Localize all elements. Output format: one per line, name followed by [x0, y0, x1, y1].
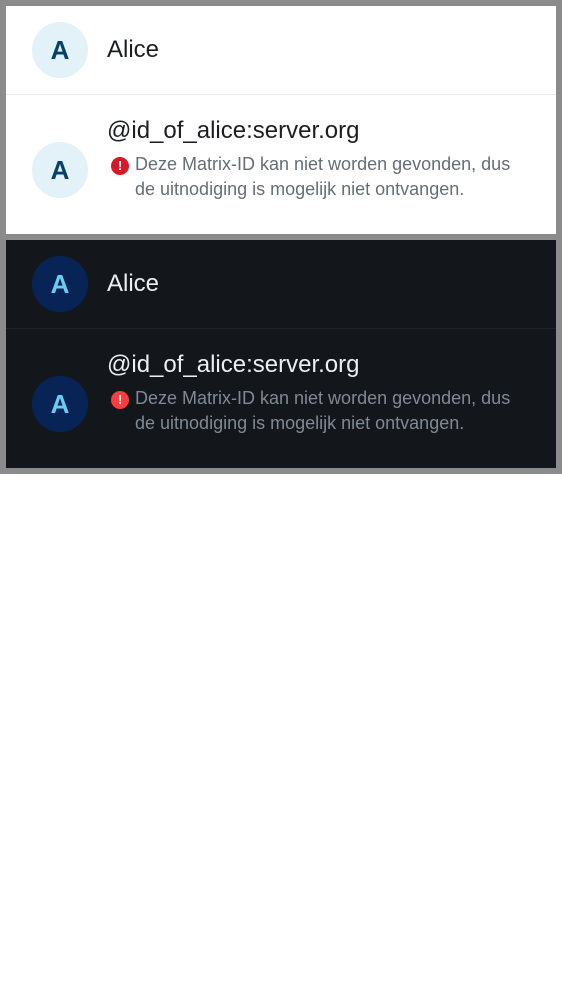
- warning-text: Deze Matrix-ID kan niet worden gevonden,…: [135, 154, 511, 199]
- matrix-id: @id_of_alice:server.org: [107, 117, 360, 144]
- member-row-display-name[interactable]: A Alice: [6, 6, 556, 94]
- member-row-display-name[interactable]: A Alice: [6, 240, 556, 328]
- avatar: A: [32, 376, 88, 432]
- light-theme-panel: A Alice A @id_of_alice:server.org ! Deze…: [6, 6, 556, 234]
- avatar: A: [32, 142, 88, 198]
- avatar: A: [32, 22, 88, 78]
- member-row-matrix-id[interactable]: A @id_of_alice:server.org ! Deze Matrix-…: [6, 329, 556, 468]
- avatar: A: [32, 256, 88, 312]
- error-icon: !: [111, 157, 129, 175]
- dark-theme-panel: A Alice A @id_of_alice:server.org ! Deze…: [6, 240, 556, 468]
- member-row-matrix-id[interactable]: A @id_of_alice:server.org ! Deze Matrix-…: [6, 95, 556, 234]
- display-name: Alice: [107, 36, 160, 63]
- matrix-id: @id_of_alice:server.org: [107, 351, 360, 378]
- warning-text: Deze Matrix-ID kan niet worden gevonden,…: [135, 388, 511, 433]
- display-name: Alice: [107, 270, 160, 297]
- preview-frame: A Alice A @id_of_alice:server.org ! Deze…: [0, 0, 562, 474]
- error-icon: !: [111, 391, 129, 409]
